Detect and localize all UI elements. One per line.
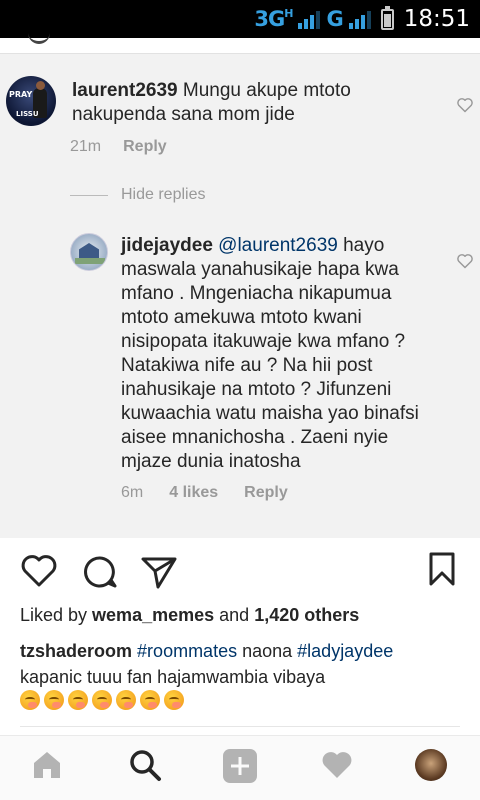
reply-meta: 6m 4 likes Reply — [121, 484, 288, 502]
face-blowing-kiss-icon — [68, 690, 88, 710]
reply-body: hayo maswala yanahusikaje hapa kwa mfano… — [121, 235, 419, 472]
hide-replies-button[interactable]: Hide replies — [121, 186, 205, 204]
screenshot-top-strip — [0, 38, 480, 54]
avatar-ground — [75, 258, 105, 264]
reply-button[interactable]: Reply — [123, 138, 167, 156]
caption-text: kapanic tuuu fan hajamwambia vibaya — [20, 667, 326, 687]
comment-time: 21m — [70, 138, 102, 155]
face-blowing-kiss-icon — [44, 690, 64, 710]
signal-bars-icon — [348, 9, 371, 29]
like-heart-icon[interactable] — [20, 554, 58, 588]
caption-text: naona — [237, 641, 298, 661]
comments-screenshot: PRAY LISSU laurent2639 Mungu akupe mtoto… — [0, 38, 480, 538]
network-g: G — [326, 7, 343, 31]
avatar-building — [79, 243, 99, 259]
search-icon[interactable] — [128, 748, 162, 782]
reply-username[interactable]: jidejaydee — [121, 235, 213, 256]
comment-meta: 21m Reply — [70, 138, 167, 156]
face-blowing-kiss-icon — [92, 690, 112, 710]
status-bar: 3GH G 18:51 — [0, 0, 480, 38]
profile-avatar[interactable] — [415, 749, 447, 781]
liked-by-user[interactable]: wema_memes — [92, 605, 214, 625]
network-3g: 3GH — [254, 7, 293, 31]
reply-button[interactable]: Reply — [244, 484, 288, 502]
avatar-logo-text: LISSU — [16, 110, 39, 118]
signal-bars-icon — [298, 9, 321, 29]
avatar-logo-text: PRAY — [9, 90, 33, 99]
home-icon[interactable] — [30, 748, 64, 782]
post-actions — [0, 548, 480, 594]
post-caption: tzshaderoom #roommates naona #ladyjaydee… — [20, 638, 460, 690]
heart-icon[interactable] — [456, 97, 474, 113]
add-icon[interactable] — [222, 748, 258, 784]
partial-icon — [28, 32, 50, 44]
battery-icon — [380, 5, 394, 30]
caption-username[interactable]: tzshaderoom — [20, 641, 132, 661]
face-blowing-kiss-icon — [20, 690, 40, 710]
liked-by-prefix: Liked by — [20, 605, 93, 625]
comment-username[interactable]: laurent2639 — [72, 80, 178, 101]
heart-icon[interactable] — [456, 253, 474, 269]
bookmark-icon[interactable] — [428, 551, 456, 587]
share-icon[interactable] — [140, 554, 178, 590]
face-blowing-kiss-icon — [140, 690, 160, 710]
face-blowing-kiss-icon — [164, 690, 184, 710]
reply-text: jidejaydee @laurent2639 hayo maswala yan… — [121, 234, 431, 474]
hashtag-link[interactable]: #ladyjaydee — [297, 641, 393, 661]
clock: 18:51 — [403, 6, 470, 32]
divider — [70, 195, 108, 196]
bottom-nav — [0, 735, 480, 800]
comment-icon[interactable] — [82, 554, 118, 590]
liked-by: Liked by wema_memes and 1,420 others — [20, 605, 359, 626]
reply-time: 6m — [121, 484, 144, 501]
activity-heart-icon[interactable] — [320, 748, 354, 782]
comment-text: laurent2639 Mungu akupe mtoto nakupenda … — [72, 79, 392, 127]
emoji-row — [20, 690, 184, 710]
avatar[interactable] — [70, 233, 108, 271]
liked-by-mid: and — [214, 605, 255, 625]
mention-link[interactable]: @laurent2639 — [218, 235, 338, 256]
likes-count[interactable]: 4 likes — [169, 484, 218, 502]
hashtag-link[interactable]: #roommates — [137, 641, 237, 661]
avatar[interactable]: PRAY LISSU — [6, 76, 56, 126]
liked-by-count[interactable]: 1,420 others — [254, 605, 359, 625]
divider — [20, 726, 460, 727]
face-blowing-kiss-icon — [116, 690, 136, 710]
